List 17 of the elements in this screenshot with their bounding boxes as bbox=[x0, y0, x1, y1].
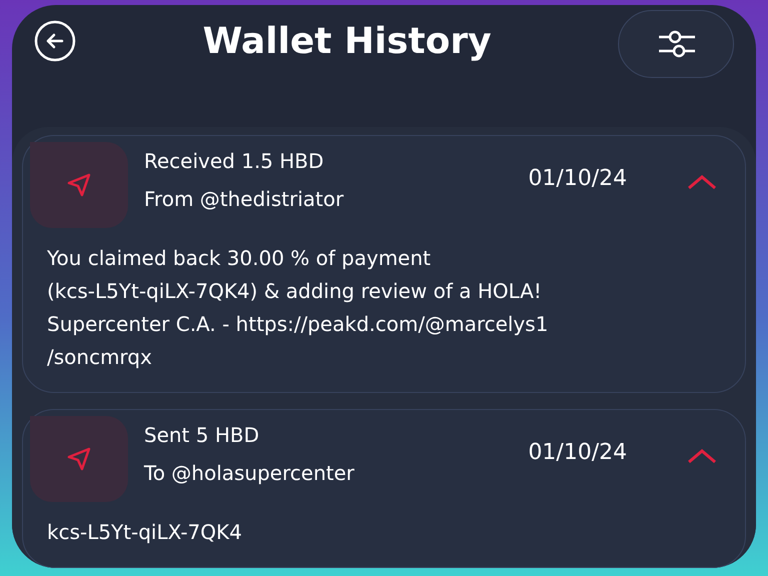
memo-text: kcs-L5Yt-qiLX-7QK4 bbox=[47, 519, 243, 546]
page-title: Wallet History bbox=[202, 21, 492, 62]
paper-plane-icon bbox=[66, 172, 92, 198]
chevron-up-icon[interactable] bbox=[687, 174, 717, 190]
back-button[interactable] bbox=[34, 20, 76, 62]
date-text: 01/10/24 bbox=[528, 440, 627, 465]
sliders-icon bbox=[657, 29, 695, 59]
transaction-title: Sent 5 HBD bbox=[144, 422, 260, 449]
date-text: 01/10/24 bbox=[528, 166, 627, 191]
memo-text: You claimed back 30.00 % of payment (kcs-L5Yt-qiLX-7QK4) & adding review of a HOLA! Supercenter C.A. - https://peakd.com/@marcelys1 /soncmrqx bbox=[47, 245, 550, 371]
chevron-up-icon[interactable] bbox=[687, 448, 717, 464]
paper-plane-icon bbox=[66, 446, 92, 472]
counterparty-text: From @thedistriator bbox=[144, 186, 344, 213]
transaction-title: Received 1.5 HBD bbox=[144, 148, 325, 175]
counterparty-text: To @holasupercenter bbox=[144, 460, 354, 487]
transaction-card[interactable]: Received 1.5 HBD From @thedistriator 01/10/24 You claimed back 30.00 % of payment (kcs-L5Yt-qiLX-7QK4) & adding review of a HOLA! Supercenter C.A. - https://peakd.com/@marcelys1 /soncmrqx bbox=[22, 135, 746, 393]
transaction-card[interactable]: Sent 5 HBD To @holasupercenter 01/10/24 kcs-L5Yt-qiLX-7QK4 bbox=[22, 409, 746, 568]
